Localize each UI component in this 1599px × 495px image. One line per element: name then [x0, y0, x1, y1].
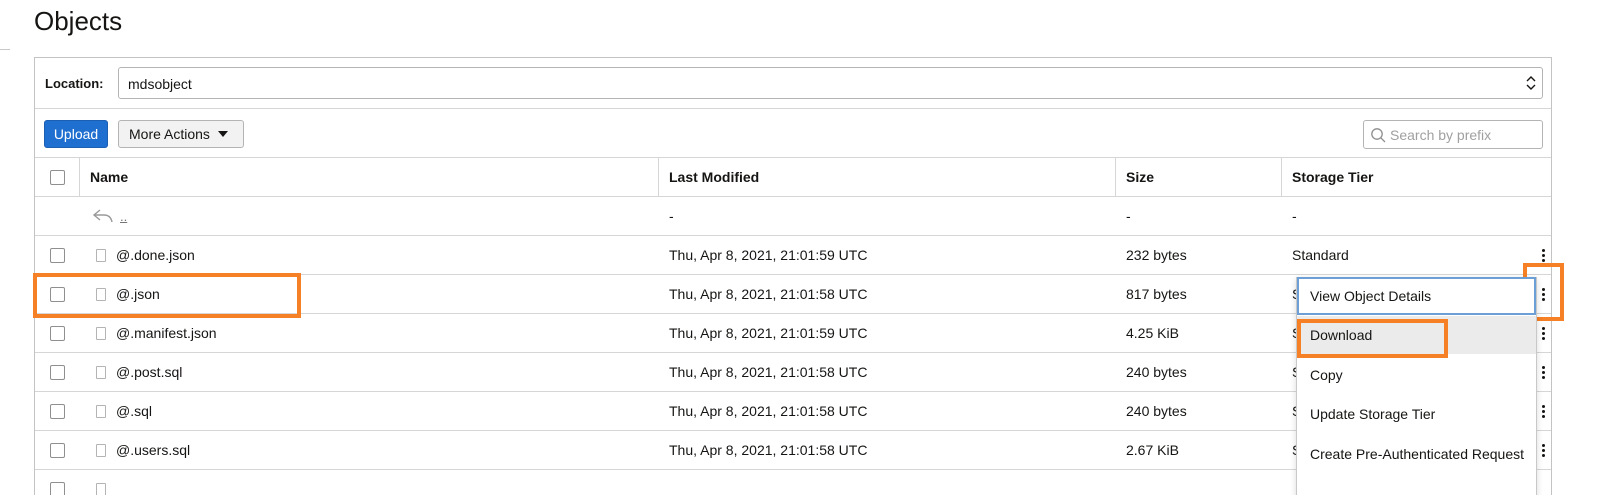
cell-last-modified: Thu, Apr 8, 2021, 21:01:58 UTC — [669, 286, 868, 302]
more-actions-label: More Actions — [129, 126, 210, 142]
parent-label: .. — [120, 208, 128, 224]
cell-last-modified: Thu, Apr 8, 2021, 21:01:58 UTC — [669, 442, 868, 458]
file-icon — [96, 365, 106, 379]
object-name-link[interactable]: @.done.json — [116, 247, 195, 263]
cell-name: @.post.sql — [90, 353, 182, 391]
upload-button[interactable]: Upload — [44, 120, 108, 148]
row-checkbox[interactable] — [49, 482, 65, 495]
column-header-last-modified[interactable]: Last Modified — [669, 158, 759, 196]
kebab-icon — [1541, 365, 1545, 379]
menu-item-create-par[interactable]: Create Pre-Authenticated Request — [1297, 435, 1536, 473]
cell-size: 2.67 KiB — [1126, 442, 1179, 458]
column-divider — [79, 158, 80, 197]
file-icon — [96, 483, 106, 495]
row-actions-menu: View Object Details Download Copy Update… — [1296, 277, 1537, 495]
table-row-parent: .. - - - — [35, 197, 1551, 236]
cell-size: 232 bytes — [1126, 247, 1187, 263]
cell-name: @.manifest.json — [90, 314, 217, 352]
cell-last-modified: Thu, Apr 8, 2021, 21:01:58 UTC — [669, 364, 868, 380]
column-divider — [1281, 158, 1282, 197]
location-value: mdsobject — [128, 76, 192, 92]
cell-last-modified: - — [669, 208, 674, 224]
cell-size: 240 bytes — [1126, 403, 1187, 419]
menu-item-update-storage-tier[interactable]: Update Storage Tier — [1297, 395, 1536, 433]
caret-down-icon — [217, 131, 228, 137]
file-icon — [96, 326, 106, 340]
select-all-checkbox[interactable] — [49, 169, 65, 185]
more-actions-button[interactable]: More Actions — [118, 120, 244, 148]
row-checkbox[interactable] — [49, 364, 65, 380]
cell-name: @.done.json — [90, 236, 195, 274]
object-name-link[interactable]: @.post.sql — [116, 364, 182, 380]
object-name-link[interactable]: @.users.sql — [116, 442, 190, 458]
location-row: Location: mdsobject — [35, 58, 1551, 109]
file-icon — [96, 404, 106, 418]
row-checkbox[interactable] — [49, 247, 65, 263]
cell-size: 240 bytes — [1126, 364, 1187, 380]
row-select-cell — [35, 314, 79, 352]
row-select-cell — [35, 392, 79, 430]
cell-storage-tier: Standard — [1292, 247, 1349, 263]
kebab-icon — [1541, 404, 1545, 418]
annotation-highlight-download — [1297, 319, 1448, 358]
cell-name — [90, 470, 116, 495]
location-select[interactable]: mdsobject — [118, 67, 1543, 99]
kebab-icon — [1541, 248, 1545, 262]
row-checkbox[interactable] — [49, 442, 65, 458]
row-checkbox[interactable] — [49, 325, 65, 341]
column-header-size[interactable]: Size — [1126, 158, 1154, 196]
object-name-link[interactable]: @.sql — [116, 403, 152, 419]
cell-last-modified: Thu, Apr 8, 2021, 21:01:59 UTC — [669, 247, 868, 263]
annotation-highlight-json-row — [33, 273, 301, 318]
column-header-name[interactable]: Name — [90, 158, 128, 196]
menu-item-view-object-details[interactable]: View Object Details — [1297, 277, 1536, 315]
select-arrows-icon — [1526, 76, 1536, 90]
cell-name: @.sql — [90, 392, 152, 430]
parent-link[interactable]: .. — [90, 197, 127, 235]
row-select-cell — [35, 236, 79, 274]
table-row: @.done.json Thu, Apr 8, 2021, 21:01:59 U… — [35, 236, 1551, 275]
location-label: Location: — [45, 76, 104, 91]
kebab-icon — [1541, 443, 1545, 457]
row-select-cell — [35, 353, 79, 391]
search-input[interactable] — [1390, 125, 1540, 145]
file-icon — [96, 443, 106, 457]
cell-last-modified: Thu, Apr 8, 2021, 21:01:59 UTC — [669, 325, 868, 341]
row-select-cell — [35, 470, 79, 495]
cell-size: 817 bytes — [1126, 286, 1187, 302]
cell-size: - — [1126, 208, 1131, 224]
toolbar: Upload More Actions — [35, 109, 1551, 158]
column-divider — [658, 158, 659, 197]
column-header-storage-tier[interactable]: Storage Tier — [1292, 158, 1373, 196]
row-select-cell — [35, 431, 79, 469]
edge-divider — [0, 49, 10, 50]
row-checkbox[interactable] — [49, 403, 65, 419]
cell-storage-tier: - — [1292, 208, 1297, 224]
search-icon — [1371, 128, 1386, 143]
search-box[interactable] — [1363, 120, 1543, 149]
column-divider — [1115, 158, 1116, 197]
object-name-link[interactable]: @.manifest.json — [116, 325, 217, 341]
cell-name: @.users.sql — [90, 431, 190, 469]
back-arrow-icon — [92, 209, 113, 223]
cell-last-modified: Thu, Apr 8, 2021, 21:01:58 UTC — [669, 403, 868, 419]
file-icon — [96, 248, 106, 262]
menu-item-copy[interactable]: Copy — [1297, 356, 1536, 394]
cell-size: 4.25 KiB — [1126, 325, 1179, 341]
kebab-icon — [1541, 326, 1545, 340]
page-title: Objects — [34, 6, 123, 36]
select-all-cell — [35, 158, 79, 196]
table-header-row: Name Last Modified Size Storage Tier — [35, 158, 1551, 197]
